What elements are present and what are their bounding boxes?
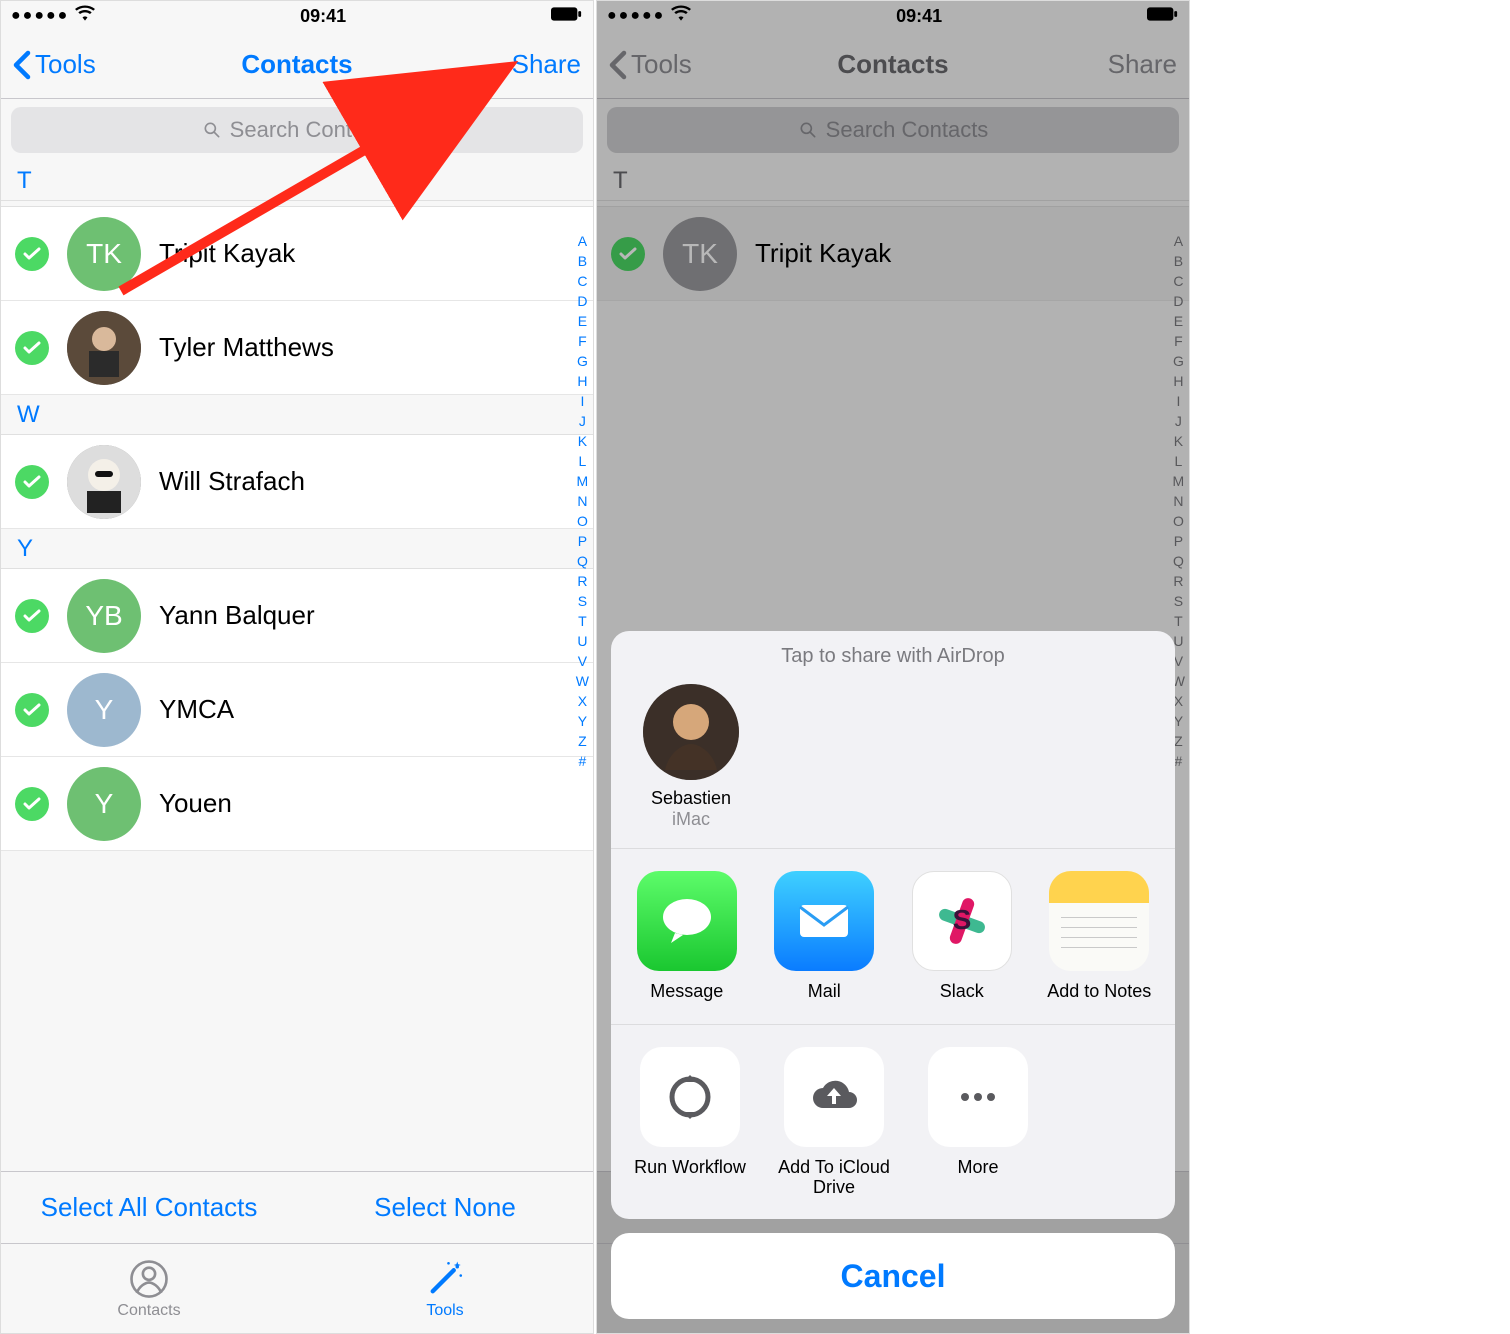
share-actions-row[interactable]: Run Workflow Add To iCloud Drive More xyxy=(611,1025,1175,1219)
contact-row[interactable]: Y Youen xyxy=(1,757,593,851)
navigation-bar: Tools Contacts Share xyxy=(1,31,593,99)
avatar: Y xyxy=(67,673,141,747)
section-header-t: T xyxy=(1,161,593,201)
tab-bar: Contacts Tools xyxy=(1,1243,593,1333)
tab-contacts[interactable]: Contacts xyxy=(1,1244,297,1333)
check-icon[interactable] xyxy=(15,787,49,821)
svg-text:S: S xyxy=(952,904,971,935)
share-apps-row[interactable]: Message Mail S Sl xyxy=(611,849,1175,1025)
airdrop-device: iMac xyxy=(631,809,751,830)
contacts-icon xyxy=(128,1258,170,1300)
share-app-notes[interactable]: Add to Notes xyxy=(1044,871,1156,1002)
mail-icon xyxy=(774,871,874,971)
share-app-mail[interactable]: Mail xyxy=(769,871,881,1002)
contact-row[interactable]: Tyler Matthews xyxy=(1,301,593,395)
workflow-icon xyxy=(640,1047,740,1147)
section-index[interactable]: ABCDEFGHIJKLMNOPQRSTUVWXYZ# xyxy=(576,231,589,771)
notes-icon xyxy=(1049,871,1149,971)
avatar: TK xyxy=(67,217,141,291)
share-app-message[interactable]: Message xyxy=(631,871,743,1002)
check-icon[interactable] xyxy=(15,237,49,271)
contact-row[interactable]: Y YMCA xyxy=(1,663,593,757)
avatar xyxy=(67,445,141,519)
icloud-icon xyxy=(784,1047,884,1147)
wand-icon xyxy=(424,1258,466,1300)
contact-name: Youen xyxy=(159,788,232,819)
slack-icon: S xyxy=(912,871,1012,971)
search-row: Search Contacts xyxy=(1,99,593,161)
search-input[interactable]: Search Contacts xyxy=(11,107,583,153)
section-header-y: Y xyxy=(1,529,593,569)
contact-row[interactable]: Will Strafach xyxy=(1,435,593,529)
avatar: YB xyxy=(67,579,141,653)
avatar xyxy=(67,311,141,385)
status-time: 09:41 xyxy=(300,6,346,27)
search-icon xyxy=(202,120,222,140)
signal-dots-icon: ●●●●● xyxy=(11,7,69,25)
phone-left: ●●●●● 09:41 Tools Contacts Share Search … xyxy=(0,0,594,1334)
airdrop-hint: Tap to share with AirDrop xyxy=(611,631,1175,678)
avatar: Y xyxy=(67,767,141,841)
more-icon xyxy=(928,1047,1028,1147)
battery-icon xyxy=(551,6,583,27)
contact-name: Will Strafach xyxy=(159,466,305,497)
check-icon[interactable] xyxy=(15,693,49,727)
contact-name: YMCA xyxy=(159,694,234,725)
select-none-button[interactable]: Select None xyxy=(297,1192,593,1223)
contact-row[interactable]: YB Yann Balquer xyxy=(1,569,593,663)
phone-right: ●●●●● 09:41 Tools Contacts Share Search … xyxy=(596,0,1190,1334)
contact-name: Yann Balquer xyxy=(159,600,315,631)
check-icon[interactable] xyxy=(15,465,49,499)
contact-name: Tyler Matthews xyxy=(159,332,334,363)
share-button[interactable]: Share xyxy=(512,49,581,80)
section-header-w: W xyxy=(1,395,593,435)
contact-name: Tripit Kayak xyxy=(159,238,295,269)
search-placeholder: Search Contacts xyxy=(230,117,393,143)
share-action-icloud[interactable]: Add To iCloud Drive xyxy=(775,1047,893,1197)
select-all-button[interactable]: Select All Contacts xyxy=(1,1192,297,1223)
check-icon[interactable] xyxy=(15,331,49,365)
back-label: Tools xyxy=(35,49,96,80)
contact-row[interactable]: TK Tripit Kayak xyxy=(1,207,593,301)
airdrop-name: Sebastien xyxy=(631,788,751,809)
wifi-icon xyxy=(75,4,95,29)
share-action-more[interactable]: More xyxy=(919,1047,1037,1197)
share-action-workflow[interactable]: Run Workflow xyxy=(631,1047,749,1197)
cancel-button[interactable]: Cancel xyxy=(611,1233,1175,1319)
message-icon xyxy=(637,871,737,971)
check-icon[interactable] xyxy=(15,599,49,633)
tab-tools[interactable]: Tools xyxy=(297,1244,593,1333)
back-button[interactable]: Tools xyxy=(13,49,96,80)
status-bar: ●●●●● 09:41 xyxy=(1,1,593,31)
share-app-slack[interactable]: S Slack xyxy=(906,871,1018,1002)
share-sheet: Tap to share with AirDrop Sebastien iMac… xyxy=(611,631,1175,1319)
selection-toolbar: Select All Contacts Select None xyxy=(1,1171,593,1243)
airdrop-target[interactable]: Sebastien iMac xyxy=(631,684,751,830)
avatar xyxy=(643,684,739,780)
